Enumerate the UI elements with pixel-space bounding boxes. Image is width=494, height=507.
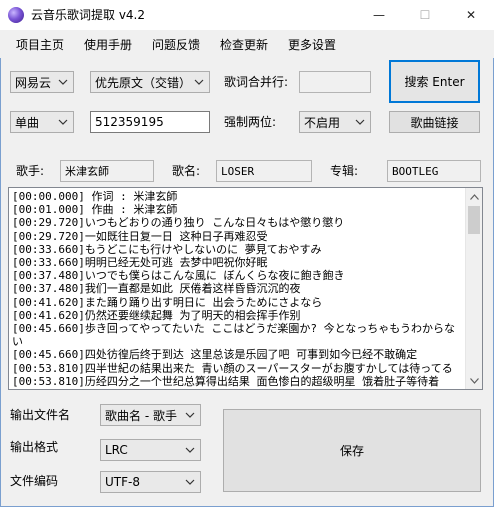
output-filename-label: 输出文件名 xyxy=(10,408,71,422)
chevron-down-icon xyxy=(194,79,204,85)
maximize-button[interactable]: ☐ xyxy=(402,0,448,30)
album-label: 专辑: xyxy=(330,164,359,178)
close-icon: ✕ xyxy=(465,8,477,22)
scroll-down-icon[interactable] xyxy=(466,372,482,389)
priority-select[interactable]: 优先原文（交错） xyxy=(90,71,210,93)
song-link-button-label: 歌曲链接 xyxy=(410,115,459,130)
output-format-value: LRC xyxy=(105,443,128,457)
chevron-down-icon xyxy=(185,479,195,485)
lyric-line: [00:00.000] 作词 : 米津玄師 xyxy=(12,190,178,203)
output-filename-select[interactable]: 歌曲名 - 歌手 xyxy=(100,404,201,426)
search-button-label: 搜索 Enter xyxy=(404,75,465,89)
output-format-label: 输出格式 xyxy=(10,440,59,454)
merge-lines-input[interactable] xyxy=(299,71,371,93)
force-digits-label: 强制两位: xyxy=(224,115,277,129)
chevron-down-icon xyxy=(185,412,195,418)
save-button-label: 保存 xyxy=(339,444,364,458)
lyric-line: [00:53.810]历经四分之一个世纪总算得出结果 面色惨白的超级明星 饿着肚… xyxy=(12,374,440,388)
menu-feedback[interactable]: 问题反馈 xyxy=(152,37,200,53)
menu-user-manual[interactable]: 使用手册 xyxy=(84,37,132,53)
maximize-icon: ☐ xyxy=(419,8,431,22)
close-button[interactable]: ✕ xyxy=(448,0,494,30)
source-select-value: 网易云 xyxy=(15,75,52,90)
app-logo-icon xyxy=(8,7,24,23)
lyric-line: [00:01.000] 作曲 : 米津玄師 xyxy=(12,203,178,217)
source-select[interactable]: 网易云 xyxy=(10,71,74,93)
chevron-down-icon xyxy=(58,119,68,125)
lyric-line: [00:33.660]もうどこにも行けやしないのに 夢見ておやすみ xyxy=(12,242,322,256)
merge-lines-label: 歌词合并行: xyxy=(224,75,289,89)
menu-more-settings[interactable]: 更多设置 xyxy=(288,37,336,53)
scroll-thumb[interactable] xyxy=(468,206,480,234)
lyrics-scrollbar[interactable] xyxy=(465,188,482,389)
lyric-line: [00:45.660]四处彷徨后终于到达 这里总该是乐园了吧 可事到如今已经不敢… xyxy=(12,348,418,362)
lyrics-textarea[interactable]: [00:00.000] 作词 : 米津玄師 [00:01.000] 作曲 : 米津… xyxy=(8,187,483,390)
song-link-button[interactable]: 歌曲链接 xyxy=(389,111,480,133)
file-encoding-select[interactable]: UTF-8 xyxy=(100,471,201,493)
menu-project-home[interactable]: 项目主页 xyxy=(16,37,64,53)
output-filename-value: 歌曲名 - 歌手 xyxy=(105,408,177,423)
song-name-label: 歌名: xyxy=(172,164,201,178)
lyric-line: [00:53.810]四半世紀の結果出来た 青い顔のスーパースターがお腹すかして… xyxy=(12,361,453,375)
minimize-button[interactable]: — xyxy=(356,0,402,30)
lyric-line: [00:33.660]明明已经无处可逃 去梦中吧祝你好眠 xyxy=(12,256,268,270)
singer-field[interactable]: 米津玄師 xyxy=(60,160,154,182)
file-encoding-label: 文件编码 xyxy=(10,474,59,488)
search-button[interactable]: 搜索 Enter xyxy=(389,60,480,103)
lyric-line: [00:41.620]仍然还要继续起舞 为了明天的相会挥手作别 xyxy=(12,308,301,322)
menu-check-update[interactable]: 检查更新 xyxy=(220,37,268,53)
song-id-input[interactable]: 512359195 xyxy=(90,111,210,133)
chevron-down-icon xyxy=(185,447,195,453)
album-field[interactable]: BOOTLEG xyxy=(387,160,481,182)
lyric-line: [00:29.720]いつもどおりの通り独り こんな日々もはや懲り懲り xyxy=(12,216,345,230)
window-title: 云音乐歌词提取 v4.2 xyxy=(31,8,146,22)
lyric-line: [00:37.480]我们一直都是如此 厌倦着这样昏昏沉沉的夜 xyxy=(12,282,301,296)
song-name-field[interactable]: LOSER xyxy=(216,160,312,182)
force-digits-select-value: 不启用 xyxy=(304,115,341,130)
mode-select[interactable]: 单曲 xyxy=(10,111,74,133)
priority-select-value: 优先原文（交错） xyxy=(95,75,192,90)
scroll-up-icon[interactable] xyxy=(466,188,482,205)
lyric-line: [00:37.480]いつでも僕らはこんな風に ぼんくらな夜に飽き飽き xyxy=(12,269,345,283)
singer-label: 歌手: xyxy=(16,164,45,178)
force-digits-select[interactable]: 不启用 xyxy=(299,111,371,133)
save-button[interactable]: 保存 xyxy=(223,409,481,492)
mode-select-value: 单曲 xyxy=(15,115,40,130)
lyric-line: [00:41.620]また踊り踊り出す明日に 出会うためにさよなら xyxy=(12,295,323,309)
lyrics-text: [00:00.000] 作词 : 米津玄師 [00:01.000] 作曲 : 米津… xyxy=(12,190,462,388)
lyric-line: [00:29.720]一如既往日复一日 这种日子再难忍受 xyxy=(12,229,268,243)
chevron-down-icon xyxy=(58,79,68,85)
lyric-line: [00:45.660]歩き回ってやってたいた ここはどうだ楽園か? 今となっちゃ… xyxy=(12,322,455,349)
minimize-icon: — xyxy=(373,8,385,22)
file-encoding-value: UTF-8 xyxy=(105,475,140,489)
output-format-select[interactable]: LRC xyxy=(100,439,201,461)
chevron-down-icon xyxy=(355,119,365,125)
